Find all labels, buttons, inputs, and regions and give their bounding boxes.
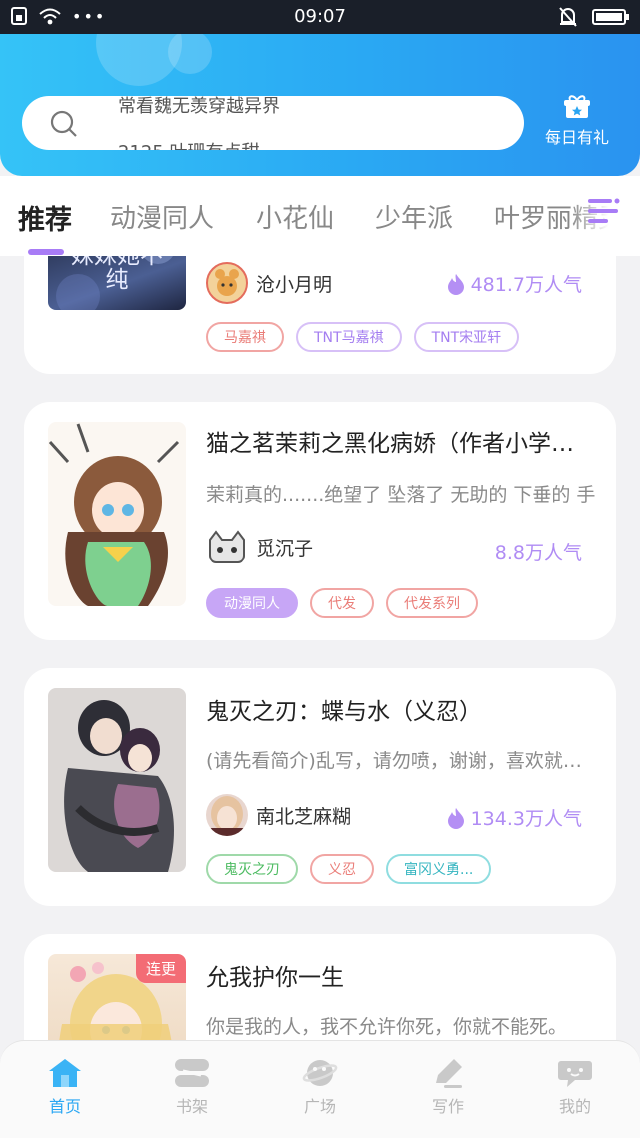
tag[interactable]: TNT宋亚轩 — [413, 322, 520, 352]
author-avatar — [206, 262, 248, 304]
nav-label: 我的 — [558, 1097, 591, 1116]
tag-list: 马嘉祺 TNT马嘉祺 TNT宋亚轩 — [206, 322, 520, 352]
tag[interactable]: 富冈义勇... — [386, 854, 492, 884]
book-card[interactable]: 猫之茗茉莉之黑化病娇（作者小学生） 茉莉真的.......绝望了 坠落了 无助的… — [24, 402, 616, 640]
status-icons-right — [558, 6, 630, 28]
popularity: 134.3万人气 — [447, 804, 582, 831]
header: ••• 09:07 常看魏无羡穿越异界 2125 叶珊有点甜 每日有礼 — [0, 0, 640, 176]
book-title[interactable]: 猫之茗茉莉之黑化病娇（作者小学生） — [206, 424, 596, 458]
nav-home[interactable]: 首页 — [15, 1057, 115, 1117]
gift-icon — [564, 95, 590, 118]
book-card[interactable]: 鬼灭之刃：蝶与水（义忍） (请先看简介)乱写，请勿喷，谢谢，喜欢就收藏 南北芝麻… — [24, 668, 616, 906]
tag-list: 鬼灭之刃 义忍 富冈义勇... — [206, 854, 492, 884]
popularity-count: 134.3万人气 — [470, 808, 582, 830]
tag[interactable]: 鬼灭之刃 — [206, 854, 298, 884]
popularity: 481.7万人气 — [447, 270, 582, 297]
book-title[interactable]: 鬼灭之刃：蝶与水（义忍） — [206, 692, 596, 726]
nav-label: 写作 — [431, 1097, 464, 1116]
book-cover — [48, 422, 186, 606]
search-placeholder-line: 2125 叶珊有点甜 — [118, 138, 260, 150]
search-icon — [50, 110, 77, 137]
tab-little-flower-fairy[interactable]: 小花仙 — [256, 198, 334, 235]
author-avatar — [206, 794, 248, 836]
chat-bubble-icon — [558, 1061, 592, 1087]
author-row[interactable]: 南北芝麻糊 — [206, 794, 351, 836]
tag[interactable]: 马嘉祺 — [206, 322, 284, 352]
flame-icon — [447, 807, 464, 829]
tag[interactable]: 代发 — [310, 588, 374, 618]
tab-recommend[interactable]: 推荐 — [18, 198, 72, 237]
tag-list: 动漫同人 代发 代发系列 — [206, 588, 478, 618]
status-time: 09:07 — [294, 6, 346, 27]
category-menu-icon[interactable] — [588, 196, 620, 226]
category-tabs: 推荐 动漫同人 小花仙 少年派 叶罗丽精灵梦 — [0, 176, 640, 256]
status-badge: 连更 — [135, 954, 186, 983]
tag[interactable]: 义忍 — [310, 854, 374, 884]
book-description: 茉莉真的.......绝望了 坠落了 无助的 下垂的 手 — [206, 484, 596, 506]
book-title[interactable]: 允我护你一生 — [206, 958, 596, 992]
bookshelf-icon — [175, 1059, 209, 1087]
author-name: 沧小月明 — [256, 273, 333, 296]
nav-write[interactable]: 写作 — [398, 1057, 498, 1117]
tag[interactable]: 动漫同人 — [206, 588, 298, 618]
bottom-nav: 首页 书架 广场 写作 我的 — [0, 1040, 640, 1138]
tag[interactable]: TNT马嘉祺 — [296, 322, 402, 352]
book-feed[interactable]: 妹妹她不纯 沧小月明 481.7万人气 马嘉祺 TNT马嘉祺 TNT宋亚轩 猫之… — [0, 256, 640, 1040]
tab-youth-style[interactable]: 少年派 — [375, 198, 453, 235]
tab-anime-fanfic[interactable]: 动漫同人 — [110, 198, 214, 235]
popularity-count: 8.8万人气 — [494, 542, 582, 564]
battery-icon — [592, 9, 629, 25]
book-description: (请先看简介)乱写，请勿喷，谢谢，喜欢就收藏 — [206, 750, 596, 772]
flame-icon — [447, 273, 464, 295]
nav-label: 书架 — [175, 1097, 208, 1116]
nav-square[interactable]: 广场 — [270, 1057, 370, 1117]
daily-gift-label: 每日有礼 — [544, 128, 609, 147]
active-tab-indicator — [28, 249, 64, 255]
popularity-count: 481.7万人气 — [470, 274, 582, 296]
decor-bubble — [168, 30, 212, 74]
status-bar: ••• 09:07 — [0, 0, 640, 34]
daily-gift-button[interactable]: 每日有礼 — [540, 94, 614, 148]
book-card[interactable]: 连更 允我护你一生 你是我的人，我不允许你死，你就不能死。 — [24, 934, 616, 1040]
author-name: 觅沉子 — [256, 537, 314, 560]
author-avatar — [206, 526, 248, 568]
bell-mute-icon — [559, 7, 577, 27]
book-cover — [48, 688, 186, 872]
search-placeholder-line: 常看魏无羡穿越异界 — [118, 96, 280, 117]
pen-icon — [436, 1059, 462, 1088]
nav-bookshelf[interactable]: 书架 — [142, 1057, 242, 1117]
author-row[interactable]: 觅沉子 — [206, 526, 313, 568]
book-cover: 妹妹她不纯 — [48, 256, 186, 310]
search-input[interactable]: 常看魏无羡穿越异界 2125 叶珊有点甜 — [22, 96, 524, 150]
book-cover: 连更 — [48, 954, 186, 1040]
nav-label: 广场 — [303, 1097, 336, 1116]
planet-icon — [302, 1060, 338, 1086]
popularity: 8.8万人气 — [495, 538, 582, 565]
book-card[interactable]: 妹妹她不纯 沧小月明 481.7万人气 马嘉祺 TNT马嘉祺 TNT宋亚轩 — [24, 256, 616, 374]
book-description: 你是我的人，我不允许你死，你就不能死。 — [206, 1016, 568, 1038]
tag[interactable]: 代发系列 — [386, 588, 478, 618]
author-name: 南北芝麻糊 — [256, 805, 352, 828]
nav-label: 首页 — [48, 1097, 81, 1116]
nav-mine[interactable]: 我的 — [525, 1057, 625, 1117]
home-icon — [49, 1059, 81, 1087]
cover-title-art: 妹妹她不纯 — [71, 256, 163, 293]
author-row[interactable]: 沧小月明 — [206, 262, 332, 304]
